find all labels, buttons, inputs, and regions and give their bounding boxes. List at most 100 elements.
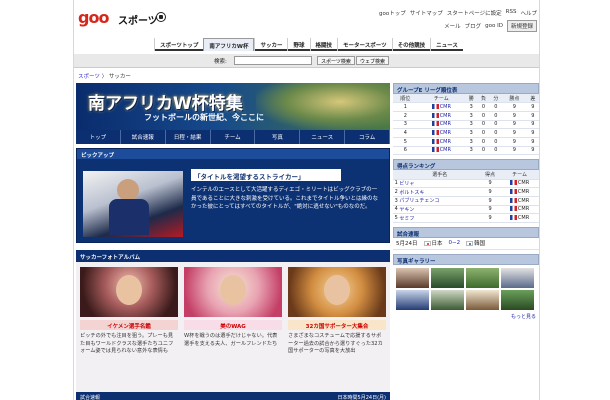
france-flag-icon bbox=[431, 104, 439, 110]
nav-soccer[interactable]: サッカー bbox=[254, 38, 287, 51]
album-card-photo[interactable] bbox=[184, 267, 282, 317]
cell-draw: 0 bbox=[489, 102, 503, 112]
feature-tabs: トップ 試合速報 日程・結果 チーム 写真 ニュース コラム bbox=[76, 130, 391, 144]
worldcup-banner[interactable]: 南アフリカW杯特集 フットボールの新世紀、今ここに bbox=[76, 83, 390, 130]
sports-search-button[interactable]: スポーツ検索 bbox=[317, 56, 355, 65]
album-card-title[interactable]: イケメン選手名鑑 bbox=[80, 320, 178, 330]
cell-team: CMR bbox=[500, 179, 539, 189]
match-row[interactable]: 5月24日 日本 0−2 韓国 bbox=[393, 238, 539, 250]
team-link[interactable]: CMR bbox=[440, 130, 451, 136]
cell-player: セミフ bbox=[399, 213, 480, 223]
album-footer-right: 日本時間5月24日(月) bbox=[337, 395, 386, 400]
toplink-sitemap[interactable]: サイトマップ bbox=[410, 9, 443, 17]
table-row: 5 CMR 3 0 0 9 9 bbox=[393, 137, 539, 147]
toplink-startpage[interactable]: スタートページに設定 bbox=[447, 9, 502, 17]
cell-team: CMR bbox=[417, 128, 466, 138]
team-code: CMR bbox=[517, 206, 530, 213]
toplink-rss[interactable]: RSS bbox=[506, 9, 517, 17]
team-link[interactable]: CMR bbox=[440, 139, 451, 145]
cell-loss: 0 bbox=[477, 146, 490, 156]
nav-worldcup[interactable]: 南アフリカW杯 bbox=[203, 38, 255, 51]
pickup-photo[interactable] bbox=[83, 171, 183, 237]
cell-diff: 9 bbox=[526, 128, 539, 138]
toplink-help[interactable]: ヘルプ bbox=[520, 9, 537, 17]
photo-gallery bbox=[393, 265, 539, 313]
standings-header-row: 順位 チーム 勝 負 分 勝点 差 bbox=[393, 94, 539, 104]
album-card-photo[interactable] bbox=[80, 267, 178, 317]
album-card-desc: さまざまなコスチュームで応援するサポーター過去の試合から選りすぐった32カ国サポ… bbox=[288, 333, 383, 354]
gallery-thumb[interactable] bbox=[396, 267, 429, 288]
gallery-thumb[interactable] bbox=[431, 289, 464, 310]
team-link[interactable]: CMR bbox=[440, 121, 451, 127]
team-link[interactable]: CMR bbox=[440, 113, 451, 119]
table-row: 1 ビリャ 9 CMR bbox=[393, 179, 539, 189]
gallery-thumb[interactable] bbox=[431, 267, 464, 288]
nav-sports-top[interactable]: スポーツトップ bbox=[154, 38, 203, 51]
tab-teams[interactable]: チーム bbox=[211, 130, 256, 144]
team-link[interactable]: CMR bbox=[440, 104, 451, 110]
col-points: 勝点 bbox=[502, 94, 527, 104]
pickup-title[interactable]: 「タイトルを渇望するストライカー」 bbox=[191, 169, 341, 181]
gallery-thumb[interactable] bbox=[466, 267, 499, 288]
section-title: スポーツ bbox=[118, 16, 158, 27]
search-input[interactable] bbox=[234, 56, 312, 65]
cell-loss: 0 bbox=[477, 120, 490, 130]
tab-schedule[interactable]: 日程・結果 bbox=[166, 130, 211, 144]
gallery-more-link[interactable]: もっと見る bbox=[393, 313, 539, 320]
tab-column[interactable]: コラム bbox=[345, 130, 391, 144]
cell-team: CMR bbox=[417, 111, 466, 121]
cell-team: CMR bbox=[500, 187, 539, 197]
cell-diff: 9 bbox=[526, 120, 539, 130]
tab-photos[interactable]: 写真 bbox=[255, 130, 301, 144]
nav-news[interactable]: ニュース bbox=[430, 38, 463, 51]
mail-link[interactable]: メール bbox=[444, 22, 461, 30]
nav-baseball[interactable]: 野球 bbox=[287, 38, 309, 51]
team-code: CMR bbox=[517, 180, 530, 187]
album-card[interactable]: 32カ国サポーター大集合 さまざまなコスチュームで応援するサポーター過去の試合か… bbox=[288, 267, 386, 356]
france-flag-icon bbox=[509, 189, 517, 195]
team-link[interactable]: CMR bbox=[440, 147, 451, 153]
pickup-body: インテルのエースとして大活躍するディエゴ・ミリートはビッグクラブの一員であること… bbox=[191, 187, 378, 210]
gallery-thumb[interactable] bbox=[501, 289, 534, 310]
search-bar: 検索: スポーツ検索 ウェブ検索 bbox=[74, 54, 539, 68]
breadcrumb: スポーツ 〉 サッカー bbox=[78, 72, 131, 80]
player-link[interactable]: セミフ bbox=[399, 216, 414, 222]
album-card[interactable]: 美のWAG W杯を戦うのは選手だけじゃない。代表選手を支える夫人、ガールフレンド… bbox=[184, 267, 282, 356]
nav-other[interactable]: その他競技 bbox=[391, 38, 431, 51]
cell-player: ヤキン bbox=[399, 205, 480, 215]
nav-martial-arts[interactable]: 格闘技 bbox=[309, 38, 338, 51]
player-link[interactable]: パブリュチェンコ bbox=[399, 198, 439, 204]
gallery-thumb[interactable] bbox=[396, 289, 429, 310]
cell-win: 3 bbox=[465, 120, 478, 130]
tab-news[interactable]: ニュース bbox=[300, 130, 346, 144]
pickup-section: ピックアップ 「タイトルを渇望するストライカー」 インテルのエースとして大活躍す… bbox=[76, 148, 390, 243]
register-button[interactable]: 新規登録 bbox=[506, 20, 537, 32]
cell-draw: 0 bbox=[489, 128, 503, 138]
web-search-button[interactable]: ウェブ検索 bbox=[356, 56, 390, 65]
nav-motorsports[interactable]: モータースポーツ bbox=[337, 38, 392, 51]
album-card-title[interactable]: 32カ国サポーター大集合 bbox=[288, 320, 386, 330]
player-link[interactable]: ビリャ bbox=[399, 181, 414, 187]
cell-team: CMR bbox=[417, 120, 466, 130]
goo-logo[interactable]: goo bbox=[78, 8, 109, 27]
tab-live[interactable]: 試合速報 bbox=[121, 130, 166, 144]
album-card-title[interactable]: 美のWAG bbox=[184, 320, 282, 330]
tab-top[interactable]: トップ bbox=[76, 130, 121, 144]
breadcrumb-home[interactable]: スポーツ bbox=[78, 74, 100, 80]
gallery-more-label[interactable]: もっと見る bbox=[511, 314, 536, 320]
match-score[interactable]: 0−2 bbox=[449, 240, 461, 246]
player-link[interactable]: ボルトスキ bbox=[399, 190, 424, 196]
france-flag-icon bbox=[509, 197, 517, 203]
album-card[interactable]: イケメン選手名鑑 ピッチの外でも注目を狙う。プレーも見た目もワールドクラスな選手… bbox=[80, 267, 178, 356]
gallery-thumb[interactable] bbox=[466, 289, 499, 310]
blog-link[interactable]: ブログ bbox=[465, 22, 482, 30]
player-link[interactable]: ヤキン bbox=[399, 207, 414, 213]
cell-player: ボルトスキ bbox=[399, 187, 480, 197]
gallery-thumb[interactable] bbox=[501, 267, 534, 288]
team-code: CMR bbox=[517, 197, 530, 204]
toplink-goo-top[interactable]: gooトップ bbox=[379, 9, 406, 17]
album-card-photo[interactable] bbox=[288, 267, 386, 317]
gooid-link[interactable]: goo ID bbox=[485, 23, 503, 29]
cell-points: 9 bbox=[502, 137, 527, 147]
away-team: 韓国 bbox=[466, 239, 485, 247]
